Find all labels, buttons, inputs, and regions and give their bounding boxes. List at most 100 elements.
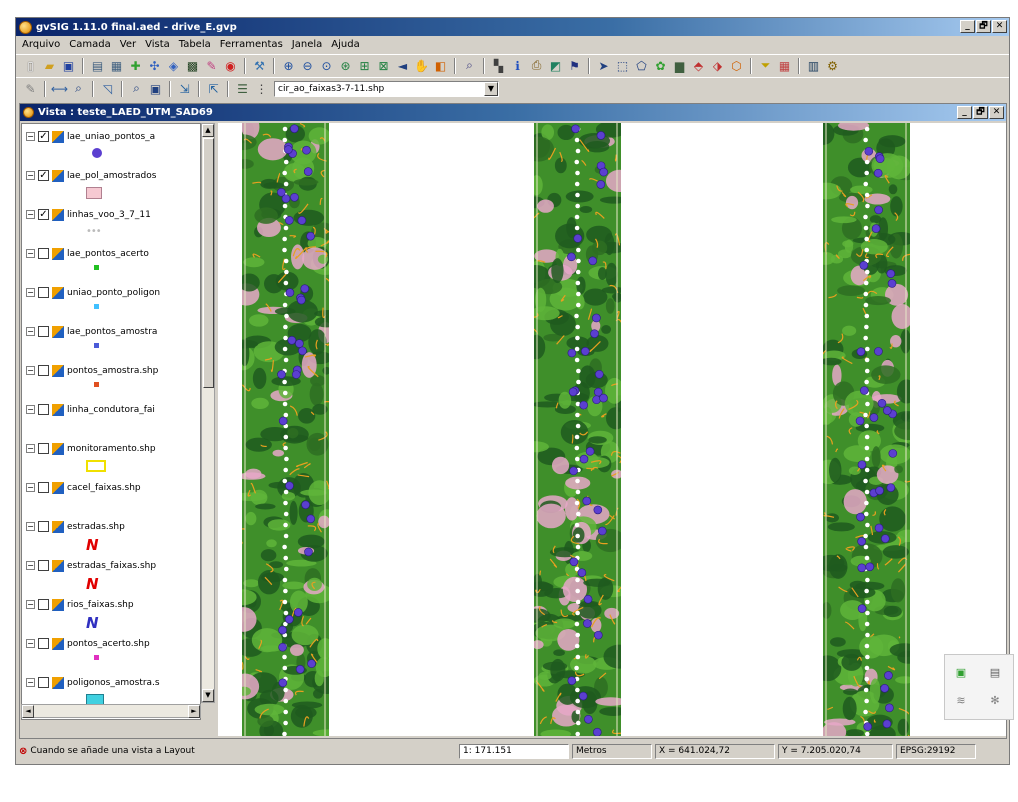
layer-visibility-checkbox[interactable] — [38, 560, 49, 571]
expand-icon[interactable]: − — [26, 405, 35, 414]
new-file-icon[interactable]: ▯ — [22, 57, 39, 74]
select-rect-icon[interactable]: ⬚ — [614, 57, 631, 74]
zoom-in-icon[interactable]: ⊕ — [280, 57, 297, 74]
toc-layer-row[interactable]: − ✓ lae_uniao_pontos_a — [22, 128, 192, 145]
toc-vertical-scrollbar[interactable]: ▲ ▼ — [201, 123, 215, 703]
layer-name[interactable]: uniao_ponto_poligon — [67, 288, 182, 298]
maximize-button[interactable]: 🗗 — [976, 20, 991, 33]
scroll-down-icon[interactable]: ▼ — [202, 689, 214, 702]
import-icon[interactable]: ⇱ — [205, 80, 222, 97]
print-icon[interactable]: ⎙ — [528, 57, 545, 74]
network-icon[interactable]: ▣ — [953, 665, 969, 681]
bluetooth-icon[interactable]: ✻ — [987, 693, 1003, 709]
select-by-icon[interactable]: ▚ — [490, 57, 507, 74]
select-circle-icon[interactable]: ✿ — [652, 57, 669, 74]
table-tools-icon[interactable]: ▦ — [776, 57, 793, 74]
expand-icon[interactable]: − — [26, 561, 35, 570]
hyperlink-icon[interactable]: ⚑ — [566, 57, 583, 74]
layer-name[interactable]: pontos_acerto.shp — [67, 639, 182, 649]
toc-layer-row[interactable]: − lae_pontos_amostra — [22, 323, 192, 340]
measure-distance-icon[interactable]: ⟷ — [51, 80, 68, 97]
invert-selection-icon[interactable]: ⬘ — [690, 57, 707, 74]
pan-hand-icon[interactable]: ✋ — [413, 57, 430, 74]
buffer-icon[interactable]: ⬡ — [728, 57, 745, 74]
layer-visibility-checkbox[interactable] — [38, 677, 49, 688]
menu-arquivo[interactable]: Arquivo — [22, 39, 60, 50]
menu-janela[interactable]: Janela — [292, 39, 322, 50]
open-folder-icon[interactable]: ▰ — [41, 57, 58, 74]
zoom-extent-icon[interactable]: ⊠ — [375, 57, 392, 74]
layer-stack-icon[interactable]: ☰ — [234, 80, 251, 97]
find-icon[interactable]: ⌕ — [70, 80, 87, 97]
toc-layer-row[interactable]: − rios_faixas.shp — [22, 596, 192, 613]
menu-ferramentas[interactable]: Ferramentas — [220, 39, 283, 50]
window-titlebar[interactable]: gvSIG 1.11.0 final.aed - drive_E.gvp _ 🗗… — [16, 18, 1009, 36]
layer-name[interactable]: linhas_voo_3_7_11 — [67, 210, 182, 220]
graphics-icon[interactable]: ◩ — [547, 57, 564, 74]
toc-layer-row[interactable]: − ✓ lae_pol_amostrados — [22, 167, 192, 184]
layout-icon[interactable]: ▩ — [184, 57, 201, 74]
toc-layer-row[interactable]: − uniao_ponto_poligon — [22, 284, 192, 301]
scroll-right-icon[interactable]: ► — [188, 705, 200, 718]
info-zoom-icon[interactable]: ⌕ — [461, 57, 478, 74]
extent-icon[interactable]: ▣ — [147, 80, 164, 97]
locator-icon[interactable]: ◧ — [432, 57, 449, 74]
toc-layer-row[interactable]: − pontos_acerto.shp — [22, 635, 192, 652]
scroll-left-icon[interactable]: ◄ — [22, 705, 34, 718]
zoom-full-icon[interactable]: ⊛ — [337, 57, 354, 74]
layer-visibility-checkbox[interactable] — [38, 248, 49, 259]
layer-name[interactable]: linha_condutora_fai — [67, 405, 182, 415]
toc-layer-row[interactable]: − pontos_amostra.shp — [22, 362, 192, 379]
expand-icon[interactable]: − — [26, 522, 35, 531]
layer-name[interactable]: cacel_faixas.shp — [67, 483, 182, 493]
menu-camada[interactable]: Camada — [69, 39, 110, 50]
layer-visibility-checkbox[interactable]: ✓ — [38, 131, 49, 142]
toc-layer-row[interactable]: − lae_pontos_acerto — [22, 245, 192, 262]
expand-icon[interactable]: − — [26, 483, 35, 492]
menu-tabela[interactable]: Tabela — [179, 39, 211, 50]
layer-visibility-checkbox[interactable]: ✓ — [38, 170, 49, 181]
expand-icon[interactable]: − — [26, 171, 35, 180]
zoom-select-icon[interactable]: ⊙ — [318, 57, 335, 74]
scroll-thumb[interactable] — [203, 138, 214, 388]
display-icon[interactable]: ▤ — [987, 665, 1003, 681]
layer-tools-icon[interactable]: ✣ — [146, 57, 163, 74]
view-minimize-button[interactable]: _ — [957, 106, 972, 119]
add-layer-icon[interactable]: ✚ — [127, 57, 144, 74]
active-layer-select[interactable]: cir_ao_faixas3-7-11.shp ▼ — [274, 80, 499, 97]
toc-horizontal-scrollbar[interactable]: ◄ ► — [21, 704, 201, 718]
select-icon[interactable]: ➤ — [595, 57, 612, 74]
layer-visibility-checkbox[interactable] — [38, 404, 49, 415]
expand-icon[interactable]: − — [26, 366, 35, 375]
expand-icon[interactable]: − — [26, 678, 35, 687]
close-button[interactable]: ✕ — [992, 20, 1007, 33]
toc-layer-row[interactable]: − estradas_faixas.shp — [22, 557, 192, 574]
stop-icon[interactable]: ◉ — [222, 57, 239, 74]
minimize-button[interactable]: _ — [960, 20, 975, 33]
layer-name[interactable]: estradas_faixas.shp — [67, 561, 182, 571]
new-table-icon[interactable]: ▦ — [108, 57, 125, 74]
layer-name[interactable]: poligonos_amostra.s — [67, 678, 182, 688]
expand-icon[interactable]: − — [26, 444, 35, 453]
expand-icon[interactable]: − — [26, 249, 35, 258]
layer-name[interactable]: lae_pol_amostrados — [67, 171, 182, 181]
layer-visibility-checkbox[interactable] — [38, 482, 49, 493]
layer-visibility-checkbox[interactable] — [38, 326, 49, 337]
expand-icon[interactable]: − — [26, 210, 35, 219]
edit-pencil-icon[interactable]: ✎ — [22, 80, 39, 97]
layer-visibility-checkbox[interactable] — [38, 365, 49, 376]
expand-icon[interactable]: − — [26, 327, 35, 336]
menu-ajuda[interactable]: Ajuda — [331, 39, 359, 50]
units-select[interactable]: Metros — [572, 743, 652, 759]
measure-icon[interactable]: ⚒ — [251, 57, 268, 74]
layer-visibility-checkbox[interactable] — [38, 638, 49, 649]
layer-name[interactable]: monitoramento.shp — [67, 444, 182, 454]
wifi-icon[interactable]: ≋ — [953, 693, 969, 709]
query-icon[interactable]: ⌕ — [128, 80, 145, 97]
scroll-up-icon[interactable]: ▲ — [202, 124, 214, 137]
view-titlebar[interactable]: Vista : teste_LAED_UTM_SAD69 _ 🗗 ✕ — [20, 104, 1006, 121]
edit-icon[interactable]: ✎ — [203, 57, 220, 74]
zoom-out-icon[interactable]: ⊖ — [299, 57, 316, 74]
dropdown-arrow-icon[interactable]: ▼ — [484, 81, 498, 96]
layer-name[interactable]: estradas.shp — [67, 522, 182, 532]
